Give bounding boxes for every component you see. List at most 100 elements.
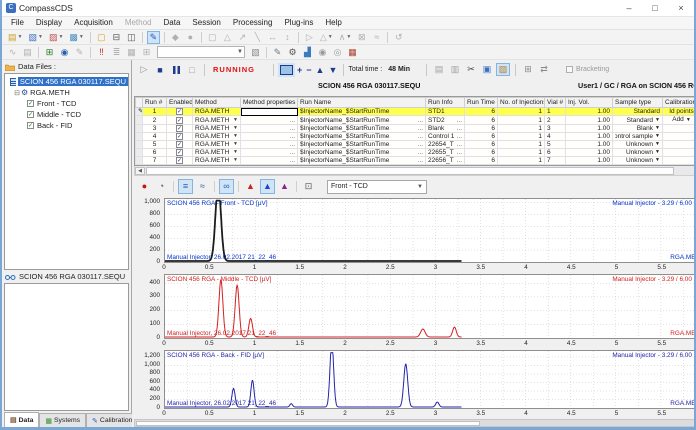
report-icon[interactable]: ▤ <box>432 63 446 76</box>
table-row[interactable]: 5✓RGA.METH▼...$InjectorName_$StartRunTim… <box>136 141 696 149</box>
cell-injections[interactable]: 1 <box>498 141 545 149</box>
enabled-checkbox[interactable]: ✓ <box>176 157 183 164</box>
cell-injections[interactable]: 1 <box>498 125 545 133</box>
cell-sample-type[interactable]: Unknown▼ <box>613 141 663 149</box>
enabled-checkbox[interactable]: ✓ <box>176 141 183 148</box>
cell-run-number[interactable]: 1 <box>143 108 167 116</box>
ellipsis-button[interactable]: ... <box>290 117 295 124</box>
row-selector[interactable]: ✎ <box>136 108 143 116</box>
ellipsis-button[interactable]: ... <box>418 133 423 140</box>
cell-vial[interactable]: 1 <box>545 108 566 116</box>
column-header[interactable]: Run # <box>143 98 167 108</box>
column-header[interactable]: Inj. Vol. <box>566 98 613 108</box>
cell-vial[interactable]: 2 <box>545 116 566 125</box>
hold-button[interactable]: □ <box>185 63 199 76</box>
ellipsis-button[interactable]: ... <box>418 117 423 124</box>
table-view-button[interactable]: ⊞ <box>43 46 56 59</box>
cell-run-time[interactable]: 6 <box>465 157 498 165</box>
cell-inj-vol[interactable]: 1.00 <box>566 116 613 125</box>
export-button[interactable]: ▩▼ <box>67 31 85 44</box>
cell-method-properties[interactable]: ... <box>241 133 298 141</box>
cell-sample-type[interactable]: Unknown▼ <box>613 157 663 165</box>
cell-calibration[interactable]: Add▼ <box>663 116 696 125</box>
cell-vial[interactable]: 3 <box>545 125 566 133</box>
table-row[interactable]: 4✓RGA.METH▼...$InjectorName_$StartRunTim… <box>136 133 696 141</box>
menu-acquisition[interactable]: Acquisition <box>68 17 119 29</box>
cell-run-number[interactable]: 2 <box>143 116 167 125</box>
ellipsis-button[interactable]: ... <box>418 125 423 132</box>
cell-run-name[interactable]: $InjectorName_$StartRunTime... <box>298 116 426 125</box>
ellipsis-button[interactable]: ... <box>457 117 462 124</box>
row-selector[interactable] <box>136 157 143 165</box>
cell-calibration[interactable] <box>663 133 696 141</box>
menu-plugins[interactable]: Plug-ins <box>278 17 319 29</box>
chromatogram-canvas[interactable] <box>165 199 696 262</box>
timer-button[interactable]: ◔ <box>154 179 169 194</box>
menu-display[interactable]: Display <box>30 17 68 29</box>
row-selector[interactable] <box>136 116 143 125</box>
report-button[interactable]: ◆ <box>169 31 182 44</box>
row-selector[interactable] <box>136 133 143 141</box>
plot-area[interactable]: SCION 456 RGA - Back - FID [µV]Manual In… <box>164 350 696 409</box>
column-header[interactable]: Sample type <box>613 98 663 108</box>
cell-method[interactable]: RGA.METH▼ <box>193 149 241 157</box>
menu-data[interactable]: Data <box>158 17 187 29</box>
maximize-button[interactable]: □ <box>642 0 668 16</box>
cell-method-properties[interactable]: ... <box>241 125 298 133</box>
row-selector[interactable] <box>136 125 143 133</box>
ellipsis-button[interactable]: ... <box>418 149 423 156</box>
cell-enabled[interactable]: ✓ <box>167 133 193 141</box>
cut-button[interactable]: ✂ <box>464 63 478 76</box>
cell-run-info[interactable]: Blank... <box>426 125 465 133</box>
cell-run-info[interactable]: Control 1... <box>426 133 465 141</box>
cell-method[interactable]: RGA.METH▼ <box>193 116 241 125</box>
start-button[interactable]: ▷ <box>137 63 151 76</box>
tab-data[interactable]: ▤Data <box>4 412 39 427</box>
ellipsis-button[interactable]: ... <box>290 149 295 156</box>
cell-run-time[interactable]: 6 <box>465 149 498 157</box>
scale-up-button[interactable]: ▲ <box>316 64 325 76</box>
zoom-in-button[interactable]: + <box>297 64 302 76</box>
channel-checkbox[interactable]: ✓ <box>27 111 34 118</box>
cell-enabled[interactable]: ✓ <box>167 116 193 125</box>
plot-area[interactable]: SCION 456 RGA - Middle - TCD [µV]Manual … <box>164 274 696 339</box>
chart-button[interactable]: ▟ <box>301 46 314 59</box>
column-header[interactable]: Vial # <box>545 98 566 108</box>
column-header[interactable]: No. of Injections <box>498 98 545 108</box>
tools-pen-button[interactable]: ✎ <box>271 46 284 59</box>
menu-method[interactable]: Method <box>119 17 158 29</box>
cell-enabled[interactable]: ✓ <box>167 108 193 116</box>
tree-item-sequence[interactable]: SCION 456 RGA 030117.SEQU <box>5 76 128 87</box>
queue-button[interactable]: ≣ <box>110 46 123 59</box>
menu-session[interactable]: Session <box>186 17 226 29</box>
chromatogram-canvas[interactable] <box>165 275 696 338</box>
command-combobox[interactable]: ▼ <box>157 46 245 58</box>
cell-run-name[interactable]: $InjectorName_$StartRunTime... <box>298 149 426 157</box>
column-header[interactable] <box>136 98 143 108</box>
cell-run-name[interactable]: $InjectorName_$StartRunTime... <box>298 141 426 149</box>
cell-sample-type[interactable]: Blank▼ <box>613 125 663 133</box>
enabled-checkbox[interactable]: ✓ <box>176 149 183 156</box>
print-button[interactable]: ⊟ <box>110 31 123 44</box>
table-row[interactable]: 6 ✓ RGA.METH▼...$InjectorName_$StartRunTim… <box>136 149 696 157</box>
pointer-tool[interactable]: ▷ <box>303 31 316 44</box>
cell-sample-type[interactable]: Standard <box>613 108 663 116</box>
close-button[interactable]: × <box>668 0 694 16</box>
open-file-button[interactable]: ▧▼ <box>26 31 44 44</box>
ellipsis-button[interactable]: ... <box>418 141 423 148</box>
cell-run-time[interactable]: 6 <box>465 125 498 133</box>
table-row[interactable]: 2✓RGA.METH▼...$InjectorName_$StartRunTim… <box>136 116 696 125</box>
grid-button[interactable]: ⊞ <box>140 46 153 59</box>
ellipsis-button[interactable]: ... <box>457 133 462 140</box>
cell-method-properties[interactable]: ... <box>241 149 298 157</box>
zoom-out-button[interactable]: − <box>306 64 311 76</box>
tree-item-channel[interactable]: ✓Back - FID <box>5 120 128 131</box>
enabled-checkbox[interactable]: ✓ <box>176 133 183 140</box>
ellipsis-button[interactable]: ... <box>457 125 462 132</box>
sequence-label[interactable]: SCION 456 RGA 030117.SEQU <box>18 77 128 86</box>
cell-injections[interactable]: 1 <box>498 157 545 165</box>
overlay-view-button[interactable]: ≈ <box>195 179 210 194</box>
cell-injections[interactable]: 1 <box>498 116 545 125</box>
peaks-mixed-button[interactable]: ▲ <box>277 179 292 194</box>
peak-delete-tool[interactable]: ⊠ <box>355 31 368 44</box>
